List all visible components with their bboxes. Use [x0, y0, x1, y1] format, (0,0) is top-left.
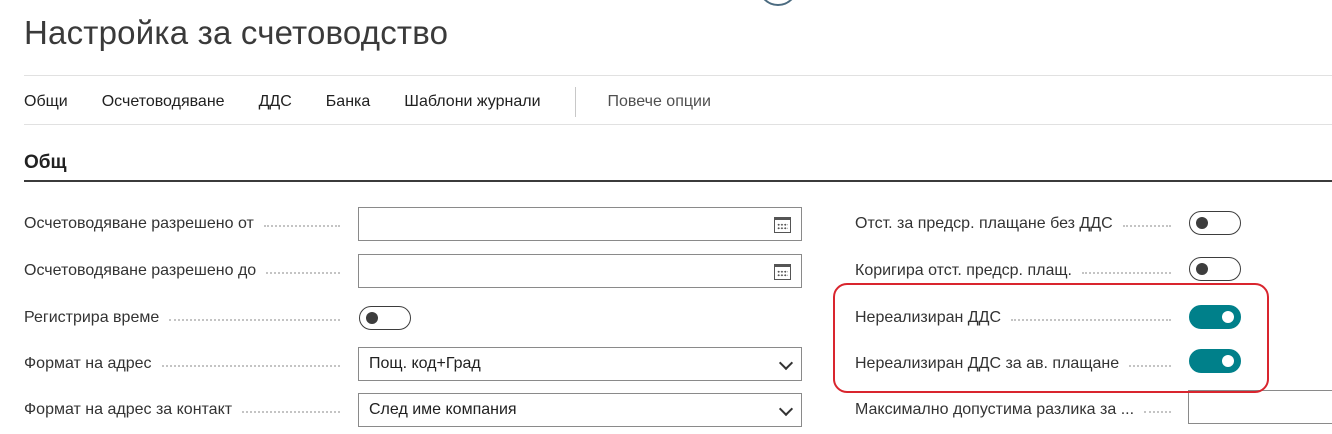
label-leader-dots: [263, 225, 340, 227]
action-bar: Общи Осчетоводяване ДДС Банка Шаблони жу…: [24, 87, 745, 117]
field-posting-allowed-to: Осчетоводяване разрешено до: [24, 254, 350, 288]
field-pmt-disc-excl-vat: Отст. за предср. плащане без ДДС: [855, 207, 1181, 241]
contact-address-format-value: След име компания: [369, 401, 517, 418]
page-title: Настройка за счетоводство: [24, 14, 449, 51]
register-time-label: Регистрира време: [24, 309, 160, 326]
red-highlight-annotation: [833, 283, 1269, 393]
posting-allowed-from-input[interactable]: [358, 207, 802, 241]
title-divider: [24, 75, 1332, 76]
actionbar-divider: [24, 124, 1332, 125]
posting-allowed-from-label: Осчетоводяване разрешено от: [24, 215, 254, 232]
calendar-icon[interactable]: [774, 264, 791, 280]
address-format-value: Пощ. код+Град: [369, 355, 481, 372]
section-divider: [24, 180, 1332, 182]
label-leader-dots: [266, 272, 340, 274]
max-allowed-difference-label: Максимално допустима разлика за ...: [855, 401, 1135, 418]
field-posting-allowed-from: Осчетоводяване разрешено от: [24, 207, 350, 241]
chevron-down-icon: [778, 355, 794, 371]
section-title[interactable]: Общ: [24, 152, 67, 174]
label-leader-dots: [1144, 411, 1171, 413]
label-leader-dots: [1081, 272, 1171, 274]
register-time-toggle[interactable]: [359, 306, 411, 330]
toggle-knob: [1196, 263, 1208, 275]
posting-allowed-to-input[interactable]: [358, 254, 802, 288]
action-general[interactable]: Общи: [24, 93, 68, 111]
address-format-label: Формат на адрес: [24, 355, 152, 372]
top-circle-decoration: [758, 0, 798, 6]
max-allowed-difference-input[interactable]: [1188, 390, 1332, 424]
toggle-knob: [366, 312, 378, 324]
field-address-format: Формат на адрес: [24, 347, 350, 381]
contact-address-format-select[interactable]: След име компания: [358, 393, 802, 427]
label-leader-dots: [161, 365, 340, 367]
contact-address-format-label: Формат на адрес за контакт: [24, 401, 233, 418]
calendar-icon[interactable]: [774, 217, 791, 233]
toggle-knob: [1196, 217, 1208, 229]
field-max-allowed-difference: Максимално допустима разлика за ...: [855, 393, 1181, 427]
label-leader-dots: [242, 411, 340, 413]
field-contact-address-format: Формат на адрес за контакт: [24, 393, 350, 427]
more-options-button[interactable]: Повече опции: [608, 93, 711, 111]
posting-allowed-to-label: Осчетоводяване разрешено до: [24, 262, 257, 279]
adjust-pmt-disc-toggle[interactable]: [1189, 257, 1241, 281]
action-posting[interactable]: Осчетоводяване: [102, 93, 225, 111]
pmt-disc-excl-vat-label: Отст. за предср. плащане без ДДС: [855, 215, 1113, 232]
field-register-time: Регистрира време: [24, 301, 350, 335]
address-format-select[interactable]: Пощ. код+Град: [358, 347, 802, 381]
label-leader-dots: [1122, 225, 1171, 227]
chevron-down-icon: [778, 401, 794, 417]
action-separator: [574, 87, 576, 117]
pmt-disc-excl-vat-toggle[interactable]: [1189, 211, 1241, 235]
action-vat[interactable]: ДДС: [259, 93, 292, 111]
action-journal-templates[interactable]: Шаблони журнали: [404, 93, 540, 111]
action-bank[interactable]: Банка: [326, 93, 370, 111]
adjust-pmt-disc-label: Коригира отст. предср. плащ.: [855, 262, 1072, 279]
label-leader-dots: [169, 319, 340, 321]
